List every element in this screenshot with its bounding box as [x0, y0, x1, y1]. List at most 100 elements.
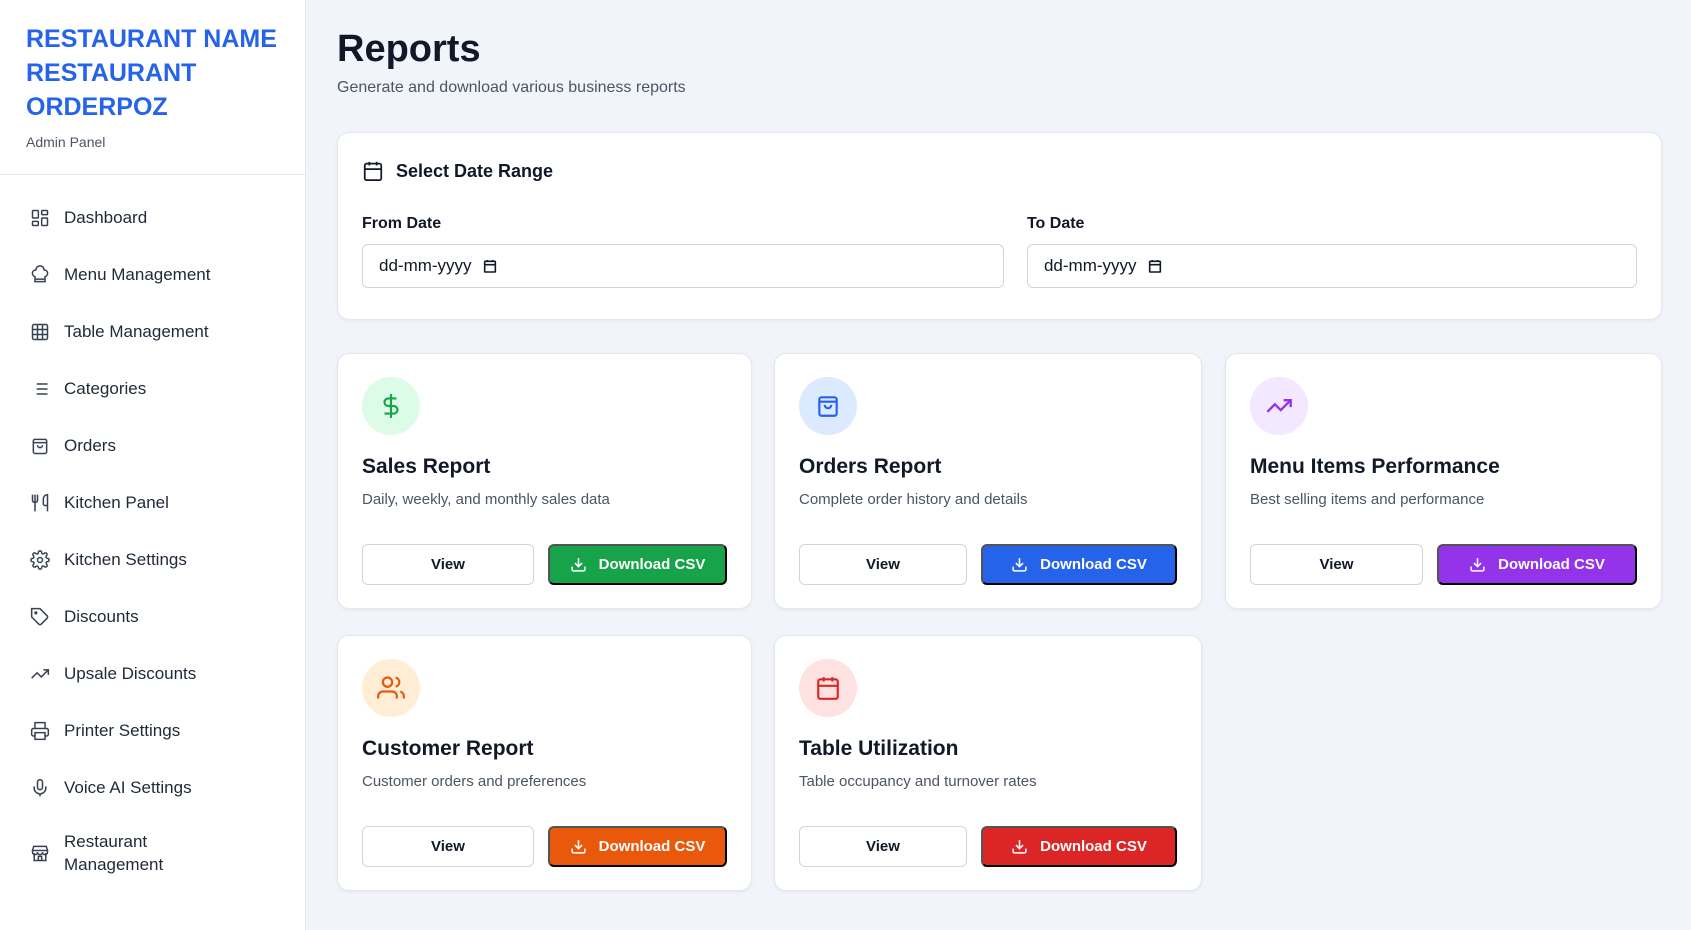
sidebar-item-label: Orders	[64, 436, 116, 455]
download-icon	[1011, 838, 1028, 855]
menu-items-performance-card: Menu Items Performance Best selling item…	[1225, 353, 1662, 609]
report-actions: View Download CSV	[799, 544, 1177, 585]
trending-up-icon	[28, 662, 52, 686]
date-fields: From Date dd-mm-yyyy To Date dd-mm-yyyy	[362, 215, 1637, 288]
sidebar-item-menu-management[interactable]: Menu Management	[0, 246, 305, 303]
utensils-icon	[28, 491, 52, 515]
from-date-input[interactable]: dd-mm-yyyy	[362, 244, 1004, 288]
download-csv-label: Download CSV	[1498, 556, 1605, 573]
to-date-input[interactable]: dd-mm-yyyy	[1026, 244, 1637, 288]
download-csv-button[interactable]: Download CSV	[548, 544, 727, 585]
sidebar-item-discounts[interactable]: Discounts	[0, 588, 305, 645]
download-csv-label: Download CSV	[1040, 556, 1147, 573]
sidebar-item-dashboard[interactable]: Dashboard	[0, 189, 305, 246]
download-csv-label: Download CSV	[598, 556, 706, 573]
sidebar-item-orders[interactable]: Orders	[0, 417, 305, 474]
report-description: Customer orders and preferences	[362, 773, 587, 790]
report-title: Orders Report	[799, 455, 942, 478]
restaurant-name[interactable]: RESTAURANT NAME RESTAURANT ORDERPOZ	[26, 22, 286, 124]
sales-report-card: Sales Report Daily, weekly, and monthly …	[337, 353, 752, 609]
to-date-label: To Date	[1026, 215, 1085, 232]
sidebar-item-categories[interactable]: Categories	[0, 360, 305, 417]
sidebar-item-kitchen-panel[interactable]: Kitchen Panel	[0, 474, 305, 531]
printer-icon	[28, 719, 52, 743]
date-range-title: Select Date Range	[396, 160, 554, 181]
to-date-value: dd-mm-yyyy	[1043, 256, 1137, 275]
view-button[interactable]: View	[362, 826, 534, 867]
download-csv-button[interactable]: Download CSV	[1437, 544, 1637, 585]
main-content: Reports Generate and download various bu…	[337, 0, 1663, 891]
download-csv-button[interactable]: Download CSV	[981, 544, 1177, 585]
sidebar-nav: Dashboard Menu Management Table Manageme…	[0, 175, 305, 888]
view-button[interactable]: View	[1250, 544, 1423, 585]
download-icon	[1011, 556, 1028, 573]
sidebar-item-label: Upsale Discounts	[64, 664, 197, 683]
download-icon	[1469, 556, 1486, 573]
view-button[interactable]: View	[799, 826, 967, 867]
date-range-card: Select Date Range From Date dd-mm-yyyy T…	[337, 132, 1662, 320]
calendar-icon	[362, 159, 386, 183]
sidebar-item-label: Table Management	[64, 322, 209, 341]
store-icon	[28, 841, 52, 865]
users-icon	[362, 659, 420, 717]
sidebar-item-label: Voice AI Settings	[64, 778, 192, 797]
report-description: Table occupancy and turnover rates	[799, 773, 1037, 790]
sidebar-item-kitchen-settings[interactable]: Kitchen Settings	[0, 531, 305, 588]
sidebar-item-label: Dashboard	[64, 208, 148, 227]
download-csv-button[interactable]: Download CSV	[981, 826, 1177, 867]
report-actions: View Download CSV	[799, 826, 1177, 867]
report-title: Sales Report	[362, 455, 491, 478]
page-title: Reports	[337, 28, 481, 70]
report-description: Daily, weekly, and monthly sales data	[362, 491, 610, 508]
sidebar: RESTAURANT NAME RESTAURANT ORDERPOZ Admi…	[0, 0, 306, 930]
report-description: Best selling items and performance	[1250, 491, 1485, 508]
sidebar-item-upsale-discounts[interactable]: Upsale Discounts	[0, 645, 305, 702]
table-grid-icon	[28, 320, 52, 344]
dollar-icon	[362, 377, 420, 435]
sidebar-item-label: Kitchen Settings	[64, 550, 187, 569]
brand: RESTAURANT NAME RESTAURANT ORDERPOZ Admi…	[0, 0, 305, 175]
download-icon	[570, 838, 587, 855]
download-csv-button[interactable]: Download CSV	[548, 826, 727, 867]
grid-icon	[28, 206, 52, 230]
download-icon	[570, 556, 587, 573]
sidebar-item-label: Printer Settings	[64, 721, 181, 740]
orders-report-card: Orders Report Complete order history and…	[774, 353, 1202, 609]
list-icon	[28, 377, 52, 401]
gear-icon	[28, 548, 52, 572]
report-title: Menu Items Performance	[1250, 455, 1500, 478]
from-date-label: From Date	[362, 215, 442, 232]
microphone-icon	[28, 776, 52, 800]
sidebar-item-restaurant-management[interactable]: Restaurant Management	[0, 818, 305, 888]
report-actions: View Download CSV	[362, 544, 727, 585]
report-description: Complete order history and details	[799, 491, 1028, 508]
sidebar-item-printer-settings[interactable]: Printer Settings	[0, 702, 305, 759]
table-utilization-card: Table Utilization Table occupancy and tu…	[774, 635, 1202, 891]
sidebar-item-label: Discounts	[64, 607, 139, 626]
from-date-field: From Date dd-mm-yyyy	[362, 215, 1004, 288]
from-date-value: dd-mm-yyyy	[379, 256, 472, 275]
sidebar-item-table-management[interactable]: Table Management	[0, 303, 305, 360]
download-csv-label: Download CSV	[1040, 838, 1147, 855]
report-title: Customer Report	[362, 737, 534, 760]
shopping-bag-icon	[28, 434, 52, 458]
calendar-picker-icon[interactable]	[1147, 258, 1163, 274]
report-actions: View Download CSV	[362, 826, 727, 867]
to-date-field: To Date dd-mm-yyyy	[1026, 215, 1637, 288]
date-range-heading: Select Date Range	[362, 159, 1637, 183]
page-subtitle: Generate and download various business r…	[337, 79, 686, 96]
customer-report-card: Customer Report Customer orders and pref…	[337, 635, 752, 891]
report-actions: View Download CSV	[1250, 544, 1637, 585]
calendar-icon	[799, 659, 857, 717]
sidebar-item-label: Categories	[64, 379, 147, 398]
view-button[interactable]: View	[362, 544, 534, 585]
download-csv-label: Download CSV	[598, 838, 706, 855]
admin-panel-label: Admin Panel	[26, 134, 106, 150]
report-title: Table Utilization	[799, 737, 959, 760]
shopping-bag-icon	[799, 377, 857, 435]
sidebar-item-voice-ai-settings[interactable]: Voice AI Settings	[0, 759, 305, 816]
calendar-picker-icon[interactable]	[482, 258, 498, 274]
sidebar-item-label: Restaurant Management	[64, 832, 164, 874]
view-button[interactable]: View	[799, 544, 967, 585]
sidebar-item-label: Kitchen Panel	[64, 493, 169, 512]
